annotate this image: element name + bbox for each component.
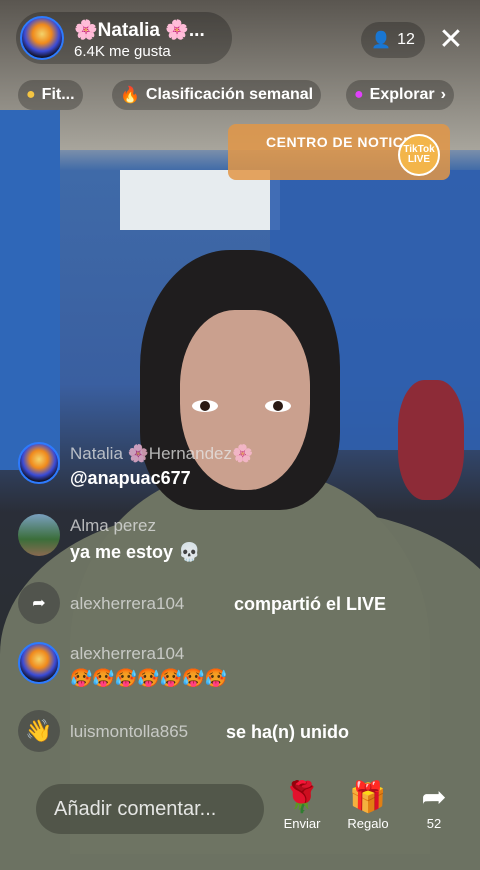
rose-icon: 🌹 xyxy=(283,781,321,814)
share-button[interactable]: ➦ 52 xyxy=(406,780,462,831)
gift-button[interactable]: 🎁 Regalo xyxy=(340,780,396,831)
flame-icon: 🔥 xyxy=(120,87,140,104)
host-info[interactable]: 🌸Natalia 🌸... 6.4K me gusta xyxy=(16,12,232,64)
chat-text: @anapuac677 xyxy=(70,468,191,488)
user-avatar[interactable] xyxy=(18,442,60,484)
chip-weekly-ranking[interactable]: 🔥 Clasificación semanal xyxy=(112,80,322,110)
user-avatar[interactable] xyxy=(18,642,60,684)
badge-icon: ● xyxy=(26,86,36,103)
chip-explore[interactable]: ● Explorar › xyxy=(346,80,454,110)
comment-input[interactable]: Añadir comentar... xyxy=(36,784,264,834)
chat-username: alexherrera104 xyxy=(70,594,185,613)
chat-text: 🥵🥵🥵🥵🥵🥵🥵 xyxy=(70,668,227,688)
blue-tarp xyxy=(0,110,60,470)
share-icon: ➦ xyxy=(421,781,447,814)
chat-text: se ha(n) unido xyxy=(226,722,349,742)
chip-fitness[interactable]: ● Fit... xyxy=(18,80,83,110)
host-avatar[interactable] xyxy=(20,16,64,60)
news-center-banner[interactable]: CENTRO DE NOTICIAS TikTok LIVE xyxy=(228,124,450,180)
person-icon: 👤 xyxy=(371,32,392,49)
wave-icon: 👋 xyxy=(18,710,60,752)
chat-username: Natalia 🌸Hernandez🌸 xyxy=(70,444,254,463)
user-avatar[interactable] xyxy=(18,514,60,556)
viewer-count[interactable]: 👤 12 xyxy=(361,22,425,58)
chat-username: alexherrera104 xyxy=(70,644,185,663)
explore-icon: ● xyxy=(354,86,364,103)
tiktok-live-badge: TikTok LIVE xyxy=(398,134,440,176)
close-button[interactable]: ✕ xyxy=(434,22,468,56)
chat-text: compartió el LIVE xyxy=(234,594,387,614)
chat-text: ya me estoy 💀 xyxy=(70,542,201,562)
host-name: 🌸Natalia 🌸... xyxy=(74,20,205,41)
chevron-right-icon: › xyxy=(440,86,446,103)
host-likes: 6.4K me gusta xyxy=(74,43,171,60)
share-icon: ➦ xyxy=(18,582,60,624)
chat-username: luismontolla865 xyxy=(70,722,189,741)
chat-username: Alma perez xyxy=(70,516,156,535)
send-rose-button[interactable]: 🌹 Enviar xyxy=(274,780,330,831)
close-icon: ✕ xyxy=(438,22,464,56)
gift-icon: 🎁 xyxy=(349,781,387,814)
